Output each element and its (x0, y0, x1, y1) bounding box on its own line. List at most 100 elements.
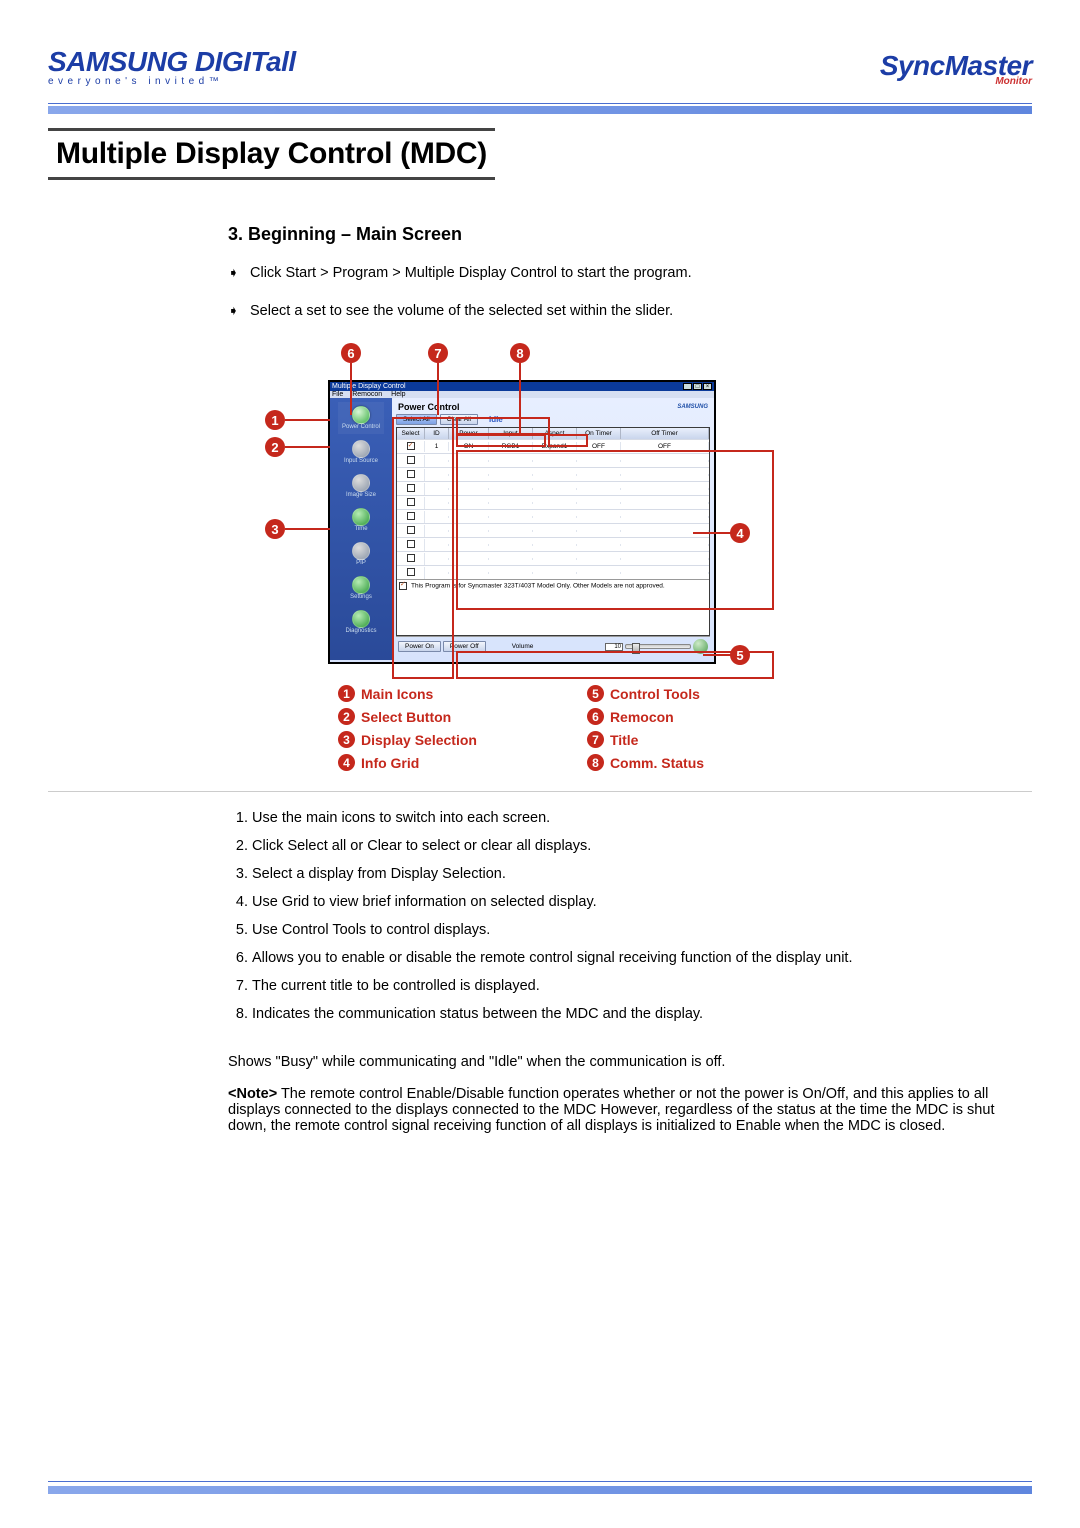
clear-all-button[interactable]: Clear All (440, 414, 478, 425)
callout-4: 4 (730, 523, 750, 543)
grid-row[interactable] (397, 551, 709, 565)
intro-bullets: Click Start > Program > Multiple Display… (228, 265, 1032, 319)
maximize-icon[interactable]: □ (693, 383, 702, 390)
sidebar-item-settings[interactable]: Settings (338, 572, 384, 604)
step-item: Indicates the communication status betwe… (252, 1006, 1032, 1022)
checkbox-icon[interactable] (407, 484, 415, 492)
legend-row: 4Info Grid (338, 754, 477, 771)
grid-row[interactable] (397, 509, 709, 523)
volume-slider[interactable] (625, 644, 691, 649)
callout-line (519, 363, 521, 435)
legend-label: Title (610, 732, 639, 748)
legend-row: 2 Select Button (338, 708, 477, 725)
minimize-icon[interactable]: _ (683, 383, 692, 390)
legend-number: 2 (338, 708, 355, 725)
image-size-icon (352, 474, 370, 492)
step-item: Use Grid to view brief information on se… (252, 894, 1032, 910)
app-screenshot-illustration: 1 2 3 4 5 6 7 8 Multiple Display Control… (278, 343, 743, 773)
close-icon[interactable]: × (703, 383, 712, 390)
time-icon (352, 508, 370, 526)
legend-row: 7 Title (587, 731, 704, 748)
volume-label: Volume (512, 643, 534, 650)
grid-header-cell: Power (449, 428, 489, 439)
intro-bullet: Select a set to see the volume of the se… (228, 303, 1032, 319)
checkbox-icon[interactable] (407, 470, 415, 478)
legend-number: 3 (338, 731, 355, 748)
legend-label: Select Button (361, 709, 451, 725)
numbered-steps: Use the main icons to switch into each s… (228, 810, 1032, 1022)
sidebar-item-pip[interactable]: PIP (338, 538, 384, 570)
grid-header-cell: On Timer (577, 428, 621, 439)
window-title: Multiple Display Control (332, 383, 406, 390)
sidebar-item-image-size[interactable]: Image Size (338, 470, 384, 502)
sidebar-item-input-source[interactable]: Input Source (338, 436, 384, 468)
grid-row[interactable] (397, 481, 709, 495)
checkbox-icon[interactable] (407, 526, 415, 534)
grid-footer-notice: This Program is for Syncmaster 323T/403T… (397, 579, 709, 592)
brand-left: SAMSUNG DIGITall everyone's invited™ (48, 46, 296, 87)
legend-number: 5 (587, 685, 604, 702)
grid-row[interactable] (397, 495, 709, 509)
menu-bar: File Remocon Help (330, 391, 714, 398)
checkbox-icon (399, 582, 407, 590)
legend-number: 1 (338, 685, 355, 702)
legend-row: 3Display Selection (338, 731, 477, 748)
legend-row: 8Comm. Status (587, 754, 704, 771)
legend-label: Remocon (610, 709, 674, 725)
checkbox-icon[interactable] (407, 512, 415, 520)
section-divider (48, 791, 1032, 792)
sidebar-item-label: Input Source (344, 458, 378, 464)
grid-row[interactable] (397, 523, 709, 537)
sidebar-item-label: Settings (350, 594, 372, 600)
sidebar-item-label: Diagnostics (345, 628, 376, 634)
grid-header-cell: Select (397, 428, 425, 439)
sidebar-item-label: Image Size (346, 492, 376, 498)
callout-line (350, 363, 352, 415)
grid-header-cell: Off Timer (621, 428, 709, 439)
sidebar-item-label: PIP (356, 560, 366, 566)
sidebar-item-power-control[interactable]: Power Control (338, 402, 384, 434)
legend-label: Info Grid (361, 755, 419, 771)
grid-header-cell: Aspect (533, 428, 577, 439)
grid-row[interactable] (397, 565, 709, 579)
grid-cell: RGB1 (489, 442, 533, 451)
checkbox-icon[interactable] (407, 442, 415, 450)
checkbox-icon[interactable] (407, 456, 415, 464)
grid-header: Select ID Power Input Aspect On Timer Of… (397, 428, 709, 439)
callout-line (285, 446, 330, 448)
checkbox-icon[interactable] (407, 568, 415, 576)
menu-help[interactable]: Help (391, 391, 405, 398)
header-divider-thin (48, 103, 1032, 104)
power-off-button[interactable]: Power Off (443, 641, 486, 652)
callout-6: 6 (341, 343, 361, 363)
legend-label: Control Tools (610, 686, 700, 702)
page-title: Multiple Display Control (MDC) (56, 137, 487, 171)
menu-remocon[interactable]: Remocon (352, 391, 382, 398)
checkbox-icon[interactable] (407, 540, 415, 548)
grid-row[interactable] (397, 537, 709, 551)
volume-value: 10 (605, 643, 623, 651)
legend-row: 6Remocon (587, 708, 704, 725)
idle-busy-line: Shows "Busy" while communicating and "Id… (228, 1054, 1032, 1070)
callout-3: 3 (265, 519, 285, 539)
callout-line (693, 532, 731, 534)
grid-row[interactable]: 1 ON RGB1 Expand1 OFF OFF (397, 439, 709, 453)
checkbox-icon[interactable] (407, 554, 415, 562)
select-all-button[interactable]: Select All (396, 414, 437, 425)
checkbox-icon[interactable] (407, 498, 415, 506)
grid-row[interactable] (397, 467, 709, 481)
legend: 1 Main Icons 2 Select Button 3Display Sele… (338, 685, 743, 771)
power-on-button[interactable]: Power On (398, 641, 441, 652)
control-tools-row: Power On Power Off Volume 10 (396, 636, 710, 656)
step-item: Allows you to enable or disable the remo… (252, 950, 1032, 966)
select-row: Select All Clear All Idle (396, 414, 710, 425)
legend-label: Main Icons (361, 686, 433, 702)
sidebar-item-time[interactable]: Time (338, 504, 384, 536)
menu-file[interactable]: File (332, 391, 343, 398)
grid-row[interactable] (397, 453, 709, 467)
sidebar-item-label: Time (354, 526, 367, 532)
legend-number: 7 (587, 731, 604, 748)
legend-row: 5 Control Tools (587, 685, 704, 702)
main-icons-sidebar: Power Control Input Source Image Size Ti… (330, 398, 392, 660)
sidebar-item-diagnostics[interactable]: Diagnostics (338, 606, 384, 638)
